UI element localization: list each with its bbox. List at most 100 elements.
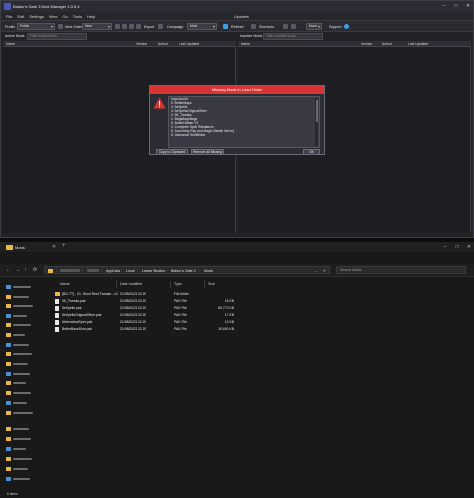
breadcrumb-mods[interactable]: Mods — [204, 269, 213, 273]
delete-order-icon[interactable] — [122, 24, 127, 29]
col-version[interactable]: Version — [361, 42, 372, 46]
menu-help[interactable]: Help — [87, 14, 95, 19]
import-icon[interactable] — [129, 24, 134, 29]
save-order-icon[interactable] — [115, 24, 120, 29]
col-last-updated[interactable]: Last Updated — [179, 42, 199, 46]
chevron-right-icon: › — [121, 268, 123, 273]
breadcrumb-larian-studios[interactable]: Larian Studios — [142, 269, 165, 273]
maximize-icon[interactable]: □ — [454, 244, 460, 250]
close-icon[interactable]: ✕ — [465, 3, 471, 9]
missing-mods-list[interactable]: ImprovedUI 5. BetterMaps 4. 5eSpells 3. … — [168, 96, 320, 148]
new-tab-icon[interactable]: + — [62, 243, 66, 249]
col-name[interactable]: Name — [6, 42, 15, 46]
menu-updates[interactable]: Updates — [234, 14, 249, 19]
folder-icon[interactable] — [283, 24, 288, 29]
shortcuts-icon[interactable] — [251, 24, 256, 29]
nav-item[interactable] — [6, 477, 32, 481]
game-icon[interactable] — [291, 24, 296, 29]
campaign-select[interactable]: Main — [187, 23, 217, 30]
col-author[interactable]: Author — [158, 42, 168, 46]
chevron-down-icon[interactable]: ⌄ — [315, 269, 318, 273]
profile-select[interactable]: Public — [17, 23, 55, 30]
table-row[interactable]: AbberationEyes.pak 21/08/2023 22:20 PAK … — [52, 319, 272, 325]
support-icon[interactable] — [344, 24, 349, 29]
export-file-icon[interactable] — [136, 24, 141, 29]
nav-item[interactable] — [6, 457, 32, 461]
col-type[interactable]: Type — [174, 282, 182, 286]
nav-item[interactable] — [6, 295, 32, 299]
support-button[interactable]: Support — [329, 25, 342, 29]
nav-item[interactable] — [6, 447, 32, 451]
nav-item[interactable] — [6, 437, 32, 441]
chevron-right-icon: › — [199, 268, 201, 273]
table-row[interactable]: 5eSpellsOriginalOther.pak 21/08/2023 22:… — [52, 312, 272, 318]
ok-button[interactable]: OK — [303, 149, 320, 155]
col-last-updated[interactable]: Last Updated — [408, 42, 428, 46]
nav-item[interactable] — [6, 285, 32, 289]
add-profile-icon[interactable] — [58, 24, 63, 29]
search-input[interactable]: Search Mods — [336, 266, 466, 274]
nav-item[interactable] — [6, 333, 32, 337]
file-explorer-window: Mods ✕ + – □ ✕ ← → ↑ ⟳ › › › AppData › L… — [0, 242, 474, 498]
menu-go[interactable]: Go — [62, 14, 67, 19]
close-tab-icon[interactable]: ✕ — [52, 244, 56, 250]
modorder-select[interactable]: New — [82, 23, 112, 30]
address-bar[interactable]: › › › AppData › Local › Larian Studios ›… — [44, 266, 330, 274]
shortcuts-button[interactable]: Shortcuts — [259, 25, 274, 29]
scrollbar[interactable] — [315, 98, 318, 146]
breadcrumb-local[interactable]: Local — [126, 269, 135, 273]
menu-file[interactable]: File — [6, 14, 12, 19]
nav-item[interactable] — [6, 391, 32, 395]
nav-item[interactable] — [6, 323, 32, 327]
forward-icon[interactable]: → — [15, 267, 20, 273]
nav-item[interactable] — [6, 381, 32, 385]
table-row[interactable]: BetterBaseDice.pak 21/08/2023 22:20 PAK … — [52, 326, 272, 332]
nav-item[interactable] — [6, 411, 33, 415]
col-name[interactable]: Name — [60, 282, 70, 286]
col-name[interactable]: Name — [241, 42, 250, 46]
up-icon[interactable]: ↑ — [24, 267, 27, 273]
refresh-button[interactable]: Refresh — [231, 25, 244, 29]
tab-title[interactable]: Mods — [15, 245, 25, 250]
breadcrumb-baldurs-gate-3[interactable]: Baldur's Gate 3 — [171, 269, 196, 273]
nav-item[interactable] — [6, 467, 32, 471]
col-date-modified[interactable]: Date modified — [120, 282, 142, 286]
col-size[interactable]: Size — [208, 282, 215, 286]
nav-item[interactable] — [6, 427, 32, 431]
none-select[interactable]: None — [306, 23, 322, 30]
nav-item[interactable] — [6, 362, 32, 366]
nav-item[interactable] — [6, 343, 32, 347]
menu-edit[interactable]: Edit — [17, 14, 24, 19]
minimize-icon[interactable]: – — [442, 244, 448, 250]
nav-item[interactable] — [6, 304, 33, 308]
refresh-icon[interactable]: ⟳ — [323, 269, 326, 273]
active-filter-input[interactable]: Filter Active Mods — [27, 33, 87, 40]
nav-item[interactable] — [6, 372, 32, 376]
refresh-icon[interactable]: ⟳ — [33, 267, 37, 273]
zip-icon[interactable] — [158, 24, 163, 29]
table-row[interactable]: 5eSpells.pak 21/08/2023 22:20 PAK File 6… — [52, 305, 272, 311]
back-icon[interactable]: ← — [6, 267, 11, 273]
menu-tools[interactable]: Tools — [73, 14, 82, 19]
menu-settings[interactable]: Settings — [29, 14, 43, 19]
col-author[interactable]: Author — [382, 42, 392, 46]
menu-view[interactable]: View — [49, 14, 58, 19]
file-date: 21/08/2023 22:20 — [120, 306, 147, 310]
close-icon[interactable]: ✕ — [466, 244, 472, 250]
nav-item[interactable] — [6, 401, 32, 405]
refresh-icon[interactable] — [223, 24, 228, 29]
table-row[interactable]: 05_Tweaks.pak 21/08/2023 22:20 PAK File … — [52, 298, 272, 304]
minimize-icon[interactable]: – — [441, 3, 447, 9]
maximize-icon[interactable]: □ — [453, 3, 459, 9]
nav-item[interactable] — [6, 352, 32, 356]
copy-to-clipboard-button[interactable]: Copy to Clipboard — [156, 149, 188, 155]
warning-icon — [153, 97, 166, 109]
table-row[interactable]: [BG-TT] - 01. Short Rest Tweaks - v2.0.0… — [52, 291, 272, 297]
inactive-filter-input[interactable]: Filter Inactive Mods — [263, 33, 323, 40]
nav-item[interactable] — [6, 314, 32, 318]
export-button[interactable]: Export — [144, 25, 154, 29]
col-version[interactable]: Version — [136, 42, 147, 46]
remove-all-missing-button[interactable]: Remove All Missing — [191, 149, 224, 155]
active-mods-label: Active Mods — [5, 34, 25, 38]
breadcrumb-appdata[interactable]: AppData — [106, 269, 120, 273]
